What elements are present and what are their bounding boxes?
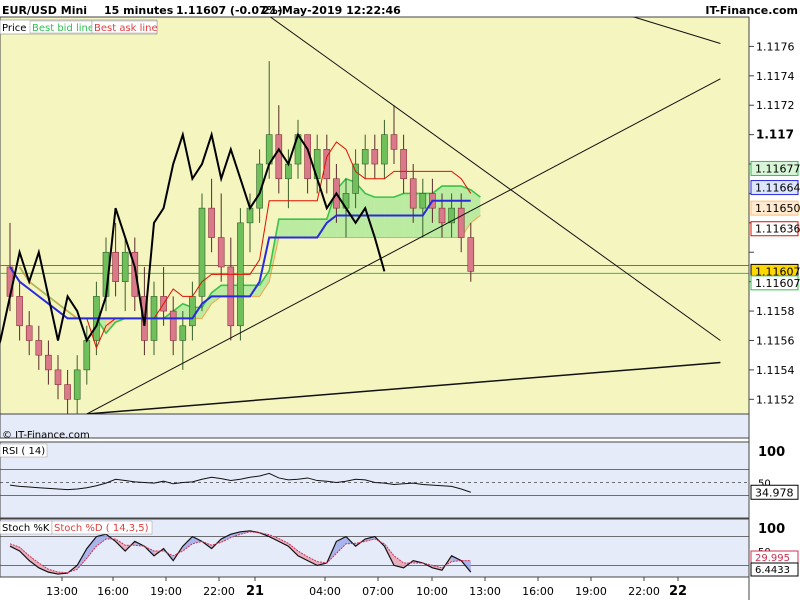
- candle-body: [73, 369, 81, 400]
- candle-body: [35, 340, 43, 356]
- time-tick-label: 13:00: [46, 585, 78, 598]
- stoch-panel[interactable]: Stoch %K Stoch %D ( 14,3,5) 1005029.9956…: [0, 518, 799, 578]
- price-tick-label: 1.117: [756, 128, 794, 142]
- ichimoku-cloud-segment: [307, 219, 318, 238]
- candle-body: [83, 340, 91, 371]
- candle-body: [352, 163, 359, 194]
- candle-body: [361, 149, 369, 165]
- candle-body: [217, 237, 225, 268]
- stoch-d-title: Stoch %D ( 14,3,5): [54, 523, 149, 534]
- quote-datetime: 21-May-2019 12:22:46: [262, 4, 401, 17]
- rsi-title: RSI ( 14): [2, 446, 45, 457]
- rsi-panel-bg: [0, 441, 750, 519]
- stoch-k-title: Stoch %K: [2, 523, 50, 534]
- candle-body: [169, 310, 177, 341]
- candle-body: [112, 251, 119, 282]
- price-tick-label: 1.1174: [756, 70, 795, 83]
- price-tag-label: 1.11664: [755, 182, 800, 195]
- time-tick-label: 22: [669, 584, 687, 599]
- stoch-d-value: 29.995: [755, 553, 790, 564]
- ichimoku-cloud-segment: [298, 219, 308, 238]
- time-tick-label: 22:00: [628, 585, 660, 598]
- candle-body: [409, 178, 417, 209]
- candle-body: [275, 134, 283, 180]
- time-axis: 13:00 16:00 19:00 22:00 21 04:00 07:00 10:00 13:…: [46, 577, 687, 599]
- time-tick-label: 16:00: [522, 585, 554, 598]
- watermark-strip: [0, 413, 750, 439]
- price-tick-label: 1.1154: [756, 364, 795, 377]
- price-tick-label: 1.1152: [756, 393, 795, 406]
- candle-body: [208, 207, 215, 238]
- candle-body: [285, 163, 292, 180]
- trading-chart[interactable]: EUR/USD Mini 15 minutes 1.11607 (-0.07%)…: [0, 0, 800, 600]
- price-tick-label: 1.1176: [756, 40, 795, 53]
- candle-body: [179, 325, 187, 341]
- brand-logo: IT-Finance.com: [705, 4, 798, 17]
- candle-body: [189, 296, 196, 327]
- candle-body: [371, 149, 379, 165]
- candle-body: [467, 237, 475, 272]
- time-tick-label: 22:00: [203, 585, 235, 598]
- rsi-axis: 1005034.978: [750, 445, 799, 500]
- time-tick-label: 04:00: [309, 585, 341, 598]
- watermark: © IT-Finance.com: [2, 430, 90, 441]
- candle-body: [25, 325, 33, 341]
- candle-body: [64, 384, 71, 400]
- candle-body: [438, 207, 446, 224]
- legend-price: Price: [2, 23, 26, 34]
- price-tag-label: 1.11607: [755, 277, 800, 290]
- rsi-panel[interactable]: RSI ( 14) 1005034.978: [0, 441, 799, 519]
- price-tick-label: 1.1156: [756, 334, 795, 347]
- time-tick-label: 10:00: [416, 585, 448, 598]
- candle-body: [400, 149, 407, 180]
- stoch-tick-label: 100: [758, 522, 785, 537]
- time-tick-label: 07:00: [362, 585, 394, 598]
- time-tick-label: 16:00: [97, 585, 129, 598]
- candle-body: [45, 354, 52, 371]
- candle-body: [457, 207, 465, 238]
- candle-body: [198, 207, 206, 297]
- timeframe[interactable]: 15 minutes: [104, 4, 174, 17]
- price-tag-label: 1.11677: [755, 162, 800, 175]
- time-tick-label: 19:00: [150, 585, 182, 598]
- candle-body: [246, 207, 254, 224]
- time-tick-label: 19:00: [575, 585, 607, 598]
- price-legend: Price Best bid line Best ask line: [0, 19, 158, 35]
- candle-body: [54, 369, 62, 385]
- price-tick-label: 1.1158: [756, 305, 795, 318]
- legend-best-bid: Best bid line: [32, 23, 94, 34]
- rsi-value-label: 34.978: [755, 486, 794, 499]
- instrument-name: EUR/USD Mini: [2, 4, 87, 17]
- price-panel[interactable]: [0, 2, 750, 439]
- ichimoku-cloud-segment: [374, 197, 385, 238]
- time-tick-label: 13:00: [469, 585, 501, 598]
- price-axis: 1.1152 1.1154 1.1156 1.1158 1.117 1.1172 1.117…: [748, 17, 800, 600]
- stoch-k-value: 6.4433: [755, 565, 790, 576]
- candle-body: [381, 134, 388, 165]
- ichimoku-cloud-segment: [288, 219, 298, 238]
- chart-svg[interactable]: EUR/USD Mini 15 minutes 1.11607 (-0.07%)…: [0, 0, 800, 600]
- candle-body: [121, 251, 129, 282]
- price-tag-label: 1.11650: [755, 202, 800, 215]
- price-tick-label: 1.1172: [756, 99, 795, 112]
- rsi-tick-label: 100: [758, 445, 785, 460]
- legend-best-ask: Best ask line: [94, 23, 158, 34]
- candle-body: [16, 296, 23, 327]
- stoch-axis: 1005029.9956.4433: [750, 522, 799, 577]
- candle-body: [390, 134, 398, 150]
- candle-body: [419, 193, 427, 209]
- ichimoku-cloud-segment: [384, 197, 394, 238]
- ichimoku-cloud-segment: [278, 219, 289, 238]
- time-tick-label: 21: [246, 584, 264, 599]
- price-tag-label: 1.11636: [755, 223, 800, 236]
